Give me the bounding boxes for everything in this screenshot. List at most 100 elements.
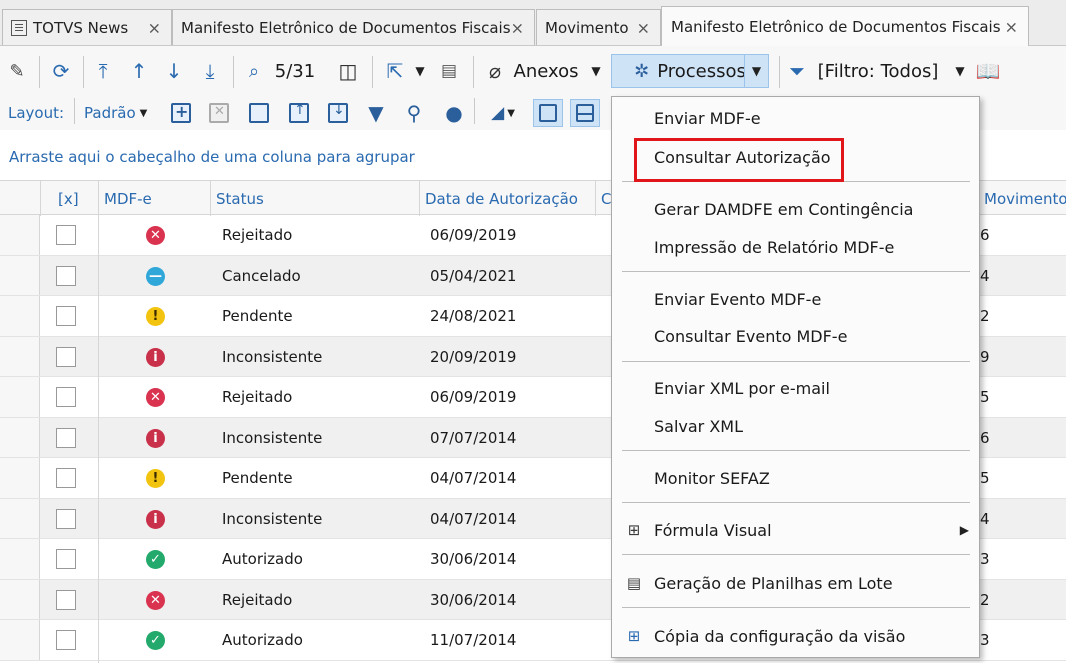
toolbar-divider [83,56,84,88]
row-gutter[interactable] [0,539,40,579]
close-icon[interactable]: × [511,18,524,37]
tab-manifesto-1[interactable]: Manifesto Eletrônico de Documentos Fisca… [172,9,535,45]
rejected-icon: ✕ [146,226,165,245]
processos-label: Processos [657,60,746,82]
row-checkbox[interactable] [56,387,76,407]
first-record-icon[interactable]: ⤒ [91,54,115,88]
menu-item-copia-configuracao[interactable]: ⊞ Cópia da configuração da visão [612,619,979,653]
menu-item-gerar-damdfe[interactable]: Gerar DAMDFE em Contingência [612,192,979,226]
save-layout-icon[interactable] [246,99,272,127]
row-gutter[interactable] [0,579,40,619]
refresh-icon[interactable]: ⟳ [48,54,74,88]
toolbar-divider [473,56,474,88]
close-icon[interactable]: × [1005,17,1018,36]
filter-button[interactable]: [Filtro: Todos] [812,54,944,88]
tab-movimento[interactable]: Movimento × [536,9,661,45]
authorization-date-cell: 20/09/2019 [430,347,517,366]
menu-item-monitor-sefaz[interactable]: Monitor SEFAZ [612,461,979,495]
export-icon[interactable]: ⇱ [382,54,408,88]
edit-icon[interactable]: ✎ [6,54,28,88]
row-checkbox[interactable] [56,468,76,488]
last-record-icon[interactable]: ⤓ [198,54,222,88]
row-gutter[interactable] [0,255,40,295]
menu-item-salvar-xml[interactable]: Salvar XML [612,409,979,443]
row-gutter[interactable] [0,417,40,457]
row-checkbox[interactable] [56,427,76,448]
tab-bar: TOTVS News × Manifesto Eletrônico de Doc… [0,0,1066,46]
row-checkbox[interactable] [56,589,76,610]
chevron-down-icon[interactable]: ▼ [952,54,968,88]
movimento-cell: 3 [980,550,990,568]
status-cell: Rejeitado [222,590,293,609]
row-gutter[interactable] [0,296,40,336]
tab-totvs-news[interactable]: TOTVS News × [2,9,172,45]
chart-icon[interactable]: ◢ ▼ [482,99,524,127]
anexos-button[interactable]: Anexos [511,54,581,88]
authorization-date-cell: 07/07/2014 [430,428,517,447]
row-checkbox[interactable] [56,306,76,326]
upload-layout-icon[interactable]: ↑ [286,99,312,127]
book-icon[interactable]: 📖 [974,54,1002,88]
column-select-all[interactable]: [x] [40,181,98,216]
status-cell: Rejeitado [222,388,293,406]
row-checkbox[interactable] [56,346,76,367]
layout-select[interactable]: Padrão ▼ [84,99,154,127]
tab-manifesto-active[interactable]: Manifesto Eletrônico de Documentos Fisca… [661,6,1029,46]
menu-item-label: Geração de Planilhas em Lote [654,573,893,593]
column-status[interactable]: Status [210,181,419,216]
shapes-icon[interactable]: ● [441,99,467,127]
chevron-down-icon[interactable]: ▼ [744,55,768,87]
menu-item-enviar-xml-email[interactable]: Enviar XML por e-mail [612,371,979,405]
split-panel-icon[interactable] [570,99,600,127]
previous-record-icon[interactable]: ↑ [127,54,151,88]
row-checkbox[interactable] [56,630,76,650]
download-layout-icon[interactable]: ↓ [325,99,351,127]
menu-item-label: Cópia da configuração da visão [654,626,906,646]
menu-divider [622,554,970,555]
status-cell: Pendente [222,469,293,487]
menu-item-formula-visual[interactable]: ⊞ Fórmula Visual ▶ [612,513,979,547]
row-checkbox[interactable] [56,265,76,286]
row-checkbox[interactable] [56,508,76,529]
menu-item-consultar-evento[interactable]: Consultar Evento MDF-e [612,319,979,353]
movimento-cell: 6 [980,226,990,244]
processos-button[interactable]: ✲ Processos ▼ [611,54,769,88]
row-gutter[interactable] [0,215,40,255]
paint-roller-icon[interactable]: ▼ [363,99,389,127]
status-cell: Inconsistente [222,509,323,528]
column-mdfe[interactable]: MDF-e [98,181,210,216]
menu-item-label: Enviar MDF-e [654,108,761,128]
cancelled-icon: — [146,266,165,286]
close-icon[interactable]: × [148,18,161,37]
search-icon[interactable]: ⌕ [242,54,266,88]
menu-item-geracao-planilhas[interactable]: ▤ Geração de Planilhas em Lote [612,566,979,600]
menu-item-label: Enviar XML por e-mail [654,378,830,398]
menu-item-impressao-relatorio[interactable]: Impressão de Relatório MDF-e [612,230,979,264]
row-gutter[interactable] [0,377,40,417]
columns-icon[interactable]: ◫ [335,54,361,88]
chevron-down-icon[interactable]: ▼ [412,54,428,88]
close-icon[interactable]: × [637,18,650,37]
next-record-icon[interactable]: ↓ [162,54,186,88]
row-gutter[interactable] [0,498,40,538]
row-checkbox[interactable] [56,225,76,245]
main-toolbar: ✎ ⟳ ⤒ ↑ ↓ ⤓ ⌕ 5/31 ◫ ⇱ ▼ ▤ ⌀ Anexos ▼ ✲ … [0,46,1066,98]
row-checkbox[interactable] [56,549,76,569]
menu-item-enviar-mdfe[interactable]: Enviar MDF-e [612,101,979,135]
column-movimento[interactable]: Movimento [978,181,1066,216]
status-cell: Inconsistente [222,347,323,366]
status-cell: Pendente [222,307,293,325]
column-data-autorizacao[interactable]: Data de Autorização [419,181,595,216]
group-hint: Arraste aqui o cabeçalho de uma coluna p… [9,148,415,166]
menu-item-enviar-evento[interactable]: Enviar Evento MDF-e [612,282,979,316]
chevron-down-icon[interactable]: ▼ [588,54,604,88]
add-layout-icon[interactable]: + [168,99,194,127]
row-gutter[interactable] [0,620,40,660]
row-gutter[interactable] [0,336,40,376]
pin-icon[interactable]: ⚲ [401,99,427,127]
record-counter: 5/31 [274,60,316,82]
row-gutter[interactable] [0,458,40,498]
document-icon[interactable]: ▤ [437,54,461,88]
menu-item-label: Monitor SEFAZ [654,468,770,488]
bottom-panel-icon[interactable] [533,99,563,127]
